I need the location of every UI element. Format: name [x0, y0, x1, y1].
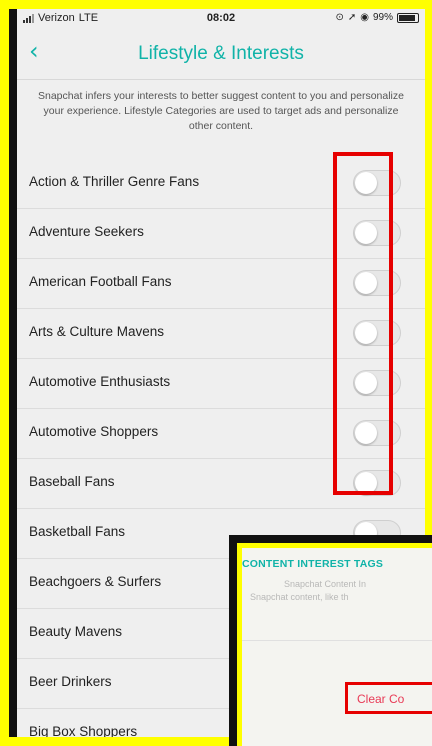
- description-text: Snapchat infers your interests to better…: [38, 90, 404, 132]
- battery-percent: 99%: [372, 12, 393, 23]
- overlay-description: Snapchat Content In Snapchat content, li…: [250, 578, 366, 604]
- overlay-divider: [242, 640, 432, 641]
- category-label: Beauty Mavens: [29, 624, 123, 639]
- overlay-panel: CONTENT INTEREST TAGS Snapchat Content I…: [242, 548, 432, 746]
- category-label: American Football Fans: [29, 274, 172, 289]
- overlay-desc-line2: Snapchat content, like th: [250, 592, 349, 602]
- category-label: Adventure Seekers: [29, 224, 144, 239]
- overlay-header: CONTENT INTEREST TAGS: [242, 558, 384, 570]
- category-label: Automotive Shoppers: [29, 424, 159, 439]
- page-title: Lifestyle & Interests: [138, 43, 304, 64]
- nav-header: ‹ Lifestyle & Interests: [17, 29, 425, 77]
- lock-rotation-icon: ⊙: [335, 12, 344, 23]
- category-label: Big Box Shoppers: [29, 724, 138, 737]
- category-label: Automotive Enthusiasts: [29, 374, 171, 389]
- header-divider: [17, 79, 425, 80]
- location-icon: ➚: [347, 12, 357, 23]
- status-right: ⊙ ➚ ◉ 99%: [335, 12, 419, 23]
- category-label: Action & Thriller Genre Fans: [29, 174, 200, 189]
- category-label: Arts & Culture Mavens: [29, 324, 165, 339]
- status-bar: Verizon LTE 08:02 ⊙ ➚ ◉ 99%: [17, 9, 425, 29]
- overlay-desc-line1: Snapchat Content In: [284, 579, 367, 589]
- battery-icon: [397, 12, 419, 23]
- category-label: Basketball Fans: [29, 524, 126, 539]
- category-label: Beer Drinkers: [29, 674, 112, 689]
- category-label: Baseball Fans: [29, 474, 115, 489]
- content-tags-overlay: CONTENT INTEREST TAGS Snapchat Content I…: [229, 535, 432, 746]
- toggle-highlight-box: [333, 152, 393, 495]
- frame-edge: [9, 9, 17, 737]
- alarm-icon: ◉: [360, 12, 369, 23]
- overlay-frame: CONTENT INTEREST TAGS Snapchat Content I…: [237, 543, 432, 746]
- clear-button[interactable]: Clear Co: [357, 692, 404, 706]
- category-label: Beachgoers & Surfers: [29, 574, 162, 589]
